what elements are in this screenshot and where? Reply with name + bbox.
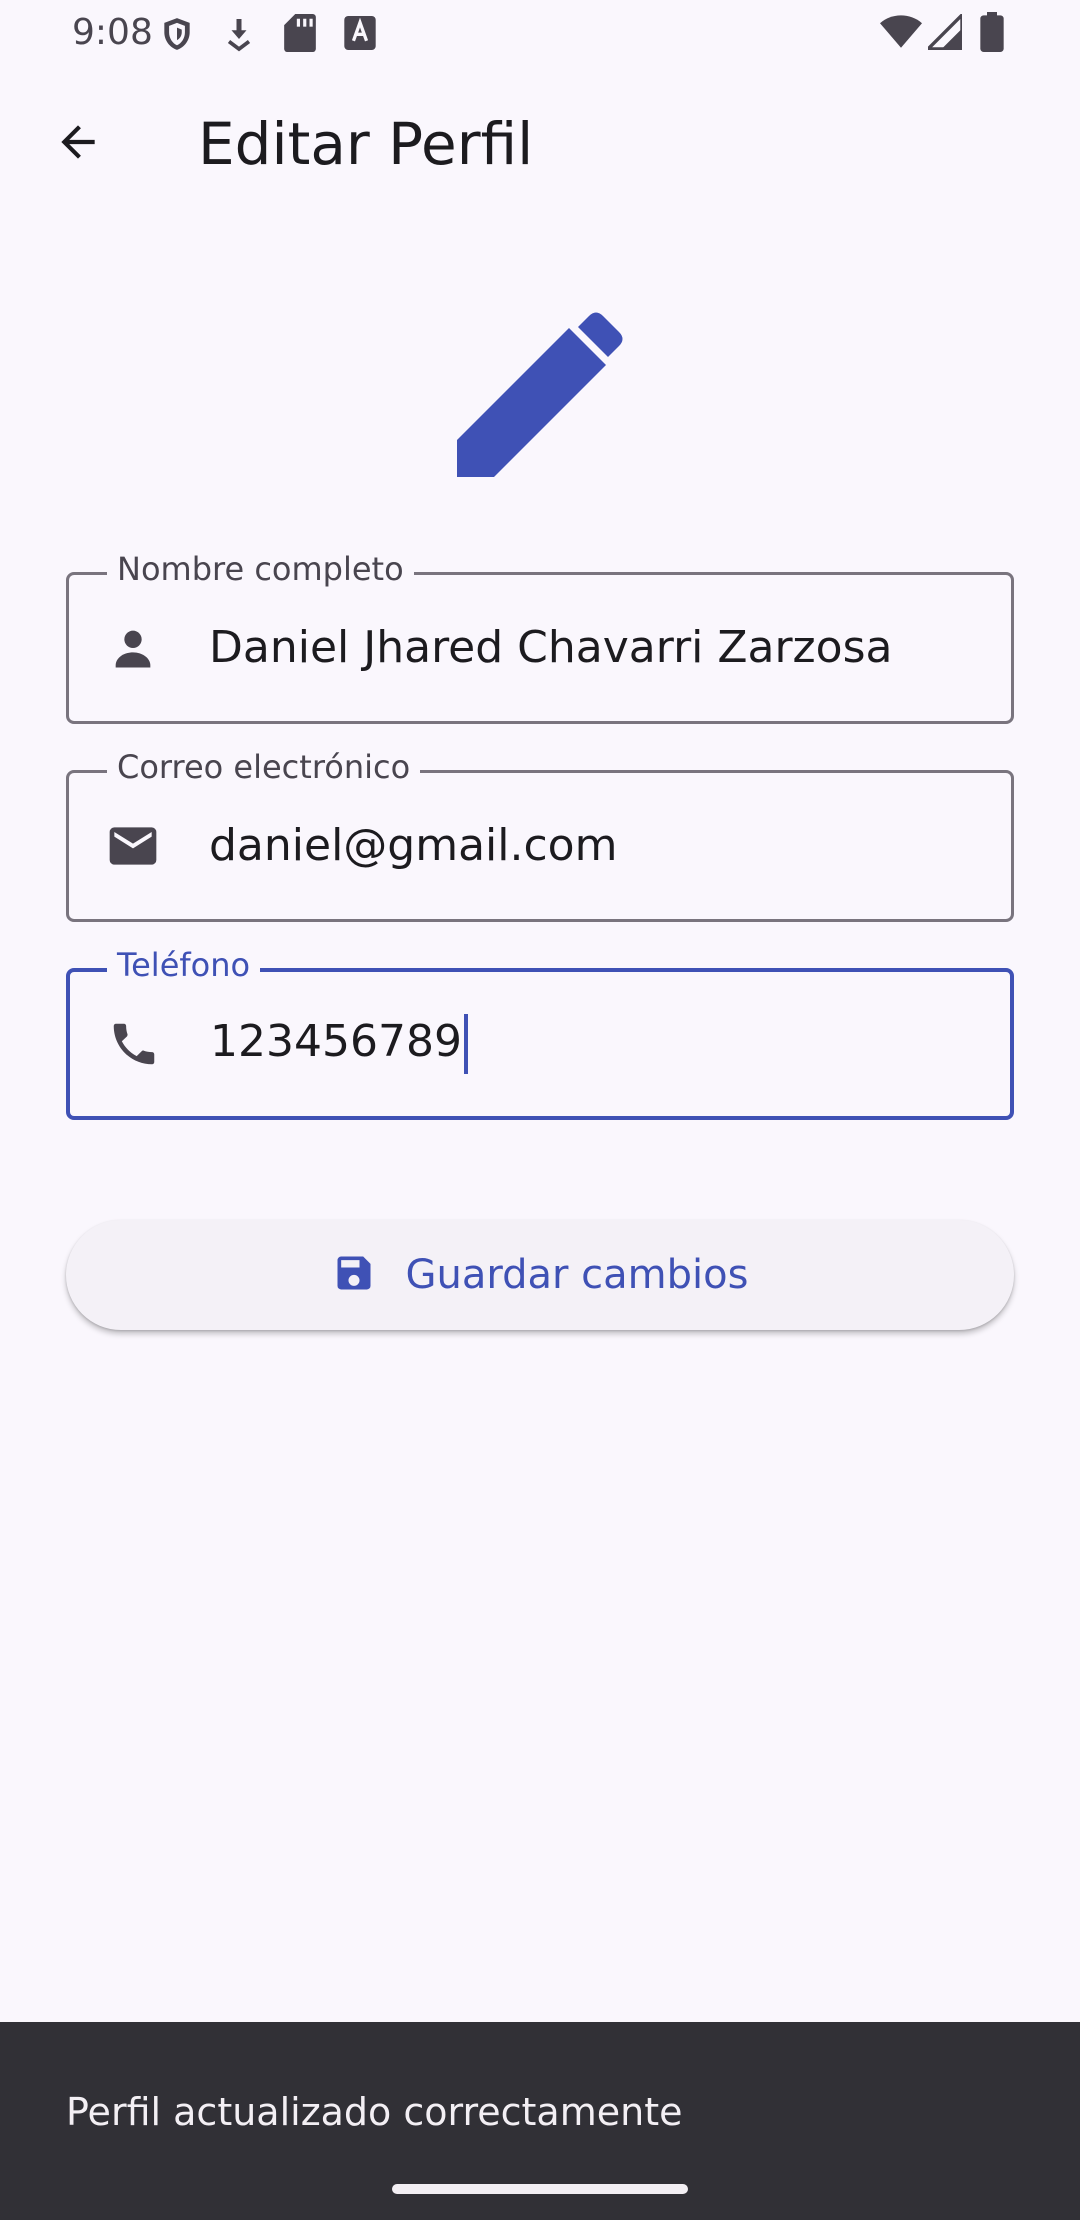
mail-icon — [103, 816, 163, 876]
signal-icon — [928, 14, 962, 50]
person-icon — [103, 618, 163, 678]
save-button-label: Guardar cambios — [405, 1252, 749, 1298]
save-button[interactable]: Guardar cambios — [66, 1220, 1014, 1330]
name-field-label: Nombre completo — [107, 549, 414, 589]
name-field[interactable]: Nombre completo Daniel Jhared Chavarri Z… — [66, 549, 1014, 724]
snackbar-message: Perfil actualizado correctamente — [66, 2090, 683, 2134]
text-cursor — [463, 1014, 468, 1074]
name-field-value: Daniel Jhared Chavarri Zarzosa — [209, 622, 893, 673]
phone-field-value: 123456789 — [210, 1014, 468, 1074]
snackbar: Perfil actualizado correctamente — [0, 2022, 1080, 2220]
status-time: 9:08 — [72, 12, 153, 53]
arrow-back-icon — [53, 117, 103, 171]
back-button[interactable] — [40, 106, 116, 182]
phone-icon — [104, 1014, 164, 1074]
email-field-label: Correo electrónico — [107, 747, 421, 787]
email-field-value: daniel@gmail.com — [209, 820, 618, 871]
shield-icon — [158, 14, 196, 54]
phone-field-text: 123456789 — [210, 1016, 462, 1067]
a-badge-icon — [344, 16, 376, 50]
sd-card-icon — [284, 14, 316, 52]
save-icon — [332, 1251, 376, 1299]
wifi-icon — [880, 14, 922, 50]
battery-icon — [980, 12, 1004, 52]
download-icon — [224, 16, 254, 52]
gesture-navigation-bar[interactable] — [392, 2184, 688, 2194]
edit-pencil-icon — [456, 312, 626, 486]
page-title: Editar Perfil — [198, 110, 534, 178]
email-field[interactable]: Correo electrónico daniel@gmail.com — [66, 747, 1014, 922]
phone-field[interactable]: Teléfono 123456789 — [66, 945, 1014, 1120]
phone-field-label: Teléfono — [107, 945, 261, 985]
